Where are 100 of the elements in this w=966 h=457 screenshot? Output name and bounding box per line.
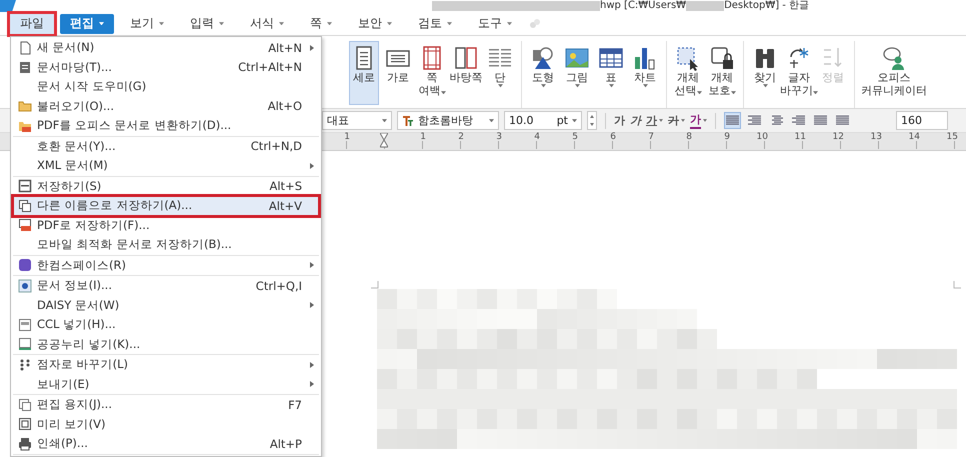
pdf-save-icon	[18, 218, 32, 232]
printer-icon	[18, 436, 32, 451]
menu-entry[interactable]: XML 문서(M)	[13, 156, 319, 176]
menu-entry[interactable]: 보내기(E)	[13, 374, 319, 394]
ruler-number: 1	[420, 133, 426, 142]
character-style-button[interactable]: 가	[646, 113, 663, 128]
menu-entry[interactable]: 저장하기(S) Alt+S	[13, 176, 319, 196]
ruler-number: 8	[686, 133, 692, 142]
ccl-icon	[18, 318, 32, 332]
ribbon-button[interactable]: 표	[596, 41, 626, 105]
kogl-icon	[18, 337, 32, 352]
ruler-number: 11	[794, 133, 806, 142]
ribbon-button[interactable]: 세로	[349, 41, 379, 105]
ruler-number: 14	[908, 133, 920, 142]
select-object-icon	[675, 45, 701, 71]
menu-entry[interactable]: 편집 용지(J)... F7	[13, 395, 319, 414]
caret-icon	[382, 118, 387, 122]
menu-entry[interactable]: PDF를 오피스 문서로 변환하기(D)...	[13, 116, 319, 136]
spinner-icon[interactable]	[587, 111, 597, 130]
folder-icon	[18, 99, 32, 114]
caret-icon	[572, 118, 577, 122]
ruler-number: 13	[870, 133, 882, 142]
menu-item[interactable]: 서식	[240, 14, 294, 34]
braille-icon	[18, 358, 32, 372]
menu-item[interactable]: 편집	[60, 14, 114, 34]
menu-item[interactable]: 쪽	[300, 14, 342, 34]
ruler-number: 4	[534, 133, 540, 142]
menu-item[interactable]: 도구	[468, 14, 522, 34]
paper-icon	[18, 398, 32, 412]
indent-marker-icon[interactable]	[380, 133, 388, 149]
ruler-number: 1	[344, 133, 350, 142]
ruler-number: 2	[458, 133, 464, 142]
ribbon-button[interactable]: 단	[485, 41, 515, 105]
align-icon	[726, 115, 739, 126]
align-icon	[814, 115, 827, 126]
menu-entry[interactable]: 모바일 최적화 문서로 저장하기(B)...	[13, 235, 319, 254]
ruler-number: 3	[496, 133, 502, 142]
menu-entry[interactable]: 새 문서(N) Alt+N	[13, 38, 319, 58]
ribbon-button[interactable]: 오피스 커뮤니케이터	[861, 41, 927, 105]
ribbon-button[interactable]: 가로	[383, 41, 413, 105]
ruler-number: 9	[724, 133, 730, 142]
character-style-button[interactable]: 가	[690, 112, 707, 129]
menu-entry[interactable]: 문서 정보(I)... Ctrl+Q,I	[13, 276, 319, 296]
align-icon	[748, 115, 761, 126]
menu-entry[interactable]: 문서마당(T)... Ctrl+Alt+N	[13, 58, 319, 77]
menu-entry[interactable]: 점자로 바꾸기(L)	[13, 355, 319, 374]
ribbon-button[interactable]: 차트	[630, 41, 660, 105]
align-button[interactable]	[724, 112, 741, 129]
menu-entry[interactable]: 미리 보기(V)	[13, 414, 319, 434]
caret-icon	[489, 118, 494, 122]
ribbon-button[interactable]: 쪽 여백	[417, 41, 447, 105]
menu-entry[interactable]: 인쇄(P)... Alt+P	[13, 434, 319, 454]
menu-item[interactable]: 검토	[408, 14, 462, 34]
window-title: hwp [C:₩Users₩	[600, 0, 686, 12]
font-icon	[402, 114, 414, 126]
font-size-dropdown[interactable]: 10.0 pt	[504, 111, 582, 130]
lock-object-icon	[709, 45, 735, 71]
menu-entry[interactable]: 불러오기(O)... Alt+O	[13, 96, 319, 116]
page-corner-mark-icon	[953, 281, 961, 289]
ribbon-button[interactable]: 개체 보호	[707, 41, 737, 105]
ribbon-button[interactable]: 개체 선택	[673, 41, 703, 105]
align-icon	[770, 115, 783, 126]
messenger-icon	[881, 45, 907, 71]
menu-entry[interactable]: 한컴스페이스(R)	[13, 256, 319, 275]
ribbon-button[interactable]: 바탕쪽	[451, 41, 481, 105]
menu-item[interactable]: 파일	[10, 14, 54, 34]
save-icon	[18, 179, 32, 194]
redaction-block	[686, 1, 724, 11]
ruler-number: 6	[610, 133, 616, 142]
ruler-number: 10	[756, 133, 768, 142]
page-icon	[18, 40, 32, 55]
style-dropdown[interactable]: 대표	[322, 111, 392, 130]
menu-entry[interactable]: DAISY 문서(W)	[13, 296, 319, 315]
ruler-number: 15	[946, 133, 958, 142]
ribbon-button[interactable]: 그림	[562, 41, 592, 105]
save-as-icon	[18, 198, 32, 213]
master-page-icon	[453, 45, 479, 71]
menu-item[interactable]: 보안	[348, 14, 402, 34]
ruler-number: 5	[572, 133, 578, 142]
menu-item[interactable]: 입력	[180, 14, 234, 34]
character-style-button[interactable]: 가	[614, 113, 625, 128]
menu-entry[interactable]: CCL 넣기(H)...	[13, 315, 319, 334]
menu-item[interactable]: 보기	[120, 14, 174, 34]
preview-icon	[18, 417, 32, 432]
ribbon-button[interactable]: 도형	[528, 41, 558, 105]
page-corner-mark-icon	[371, 281, 379, 289]
menu-entry[interactable]: 공공누리 넣기(K)...	[13, 334, 319, 354]
ruler-number: 7	[648, 133, 654, 142]
chat-bubble-icon	[18, 258, 32, 272]
ribbon-button[interactable]: 찾기	[750, 41, 780, 105]
character-style-button[interactable]: 가	[668, 113, 685, 128]
align-icon	[836, 115, 849, 126]
font-dropdown[interactable]: 함초롬바탕	[397, 111, 499, 130]
align-icon	[792, 115, 805, 126]
menu-entry[interactable]: 다른 이름으로 저장하기(A)... Alt+V	[13, 196, 319, 216]
menu-entry[interactable]: PDF로 저장하기(F)...	[13, 216, 319, 235]
character-style-button[interactable]: 가	[630, 113, 641, 128]
menu-entry[interactable]: 호환 문서(Y)... Ctrl+N,D	[13, 136, 319, 156]
menu-entry[interactable]: 문서 시작 도우미(G)	[13, 77, 319, 96]
line-spacing-field[interactable]: 160	[896, 111, 948, 130]
